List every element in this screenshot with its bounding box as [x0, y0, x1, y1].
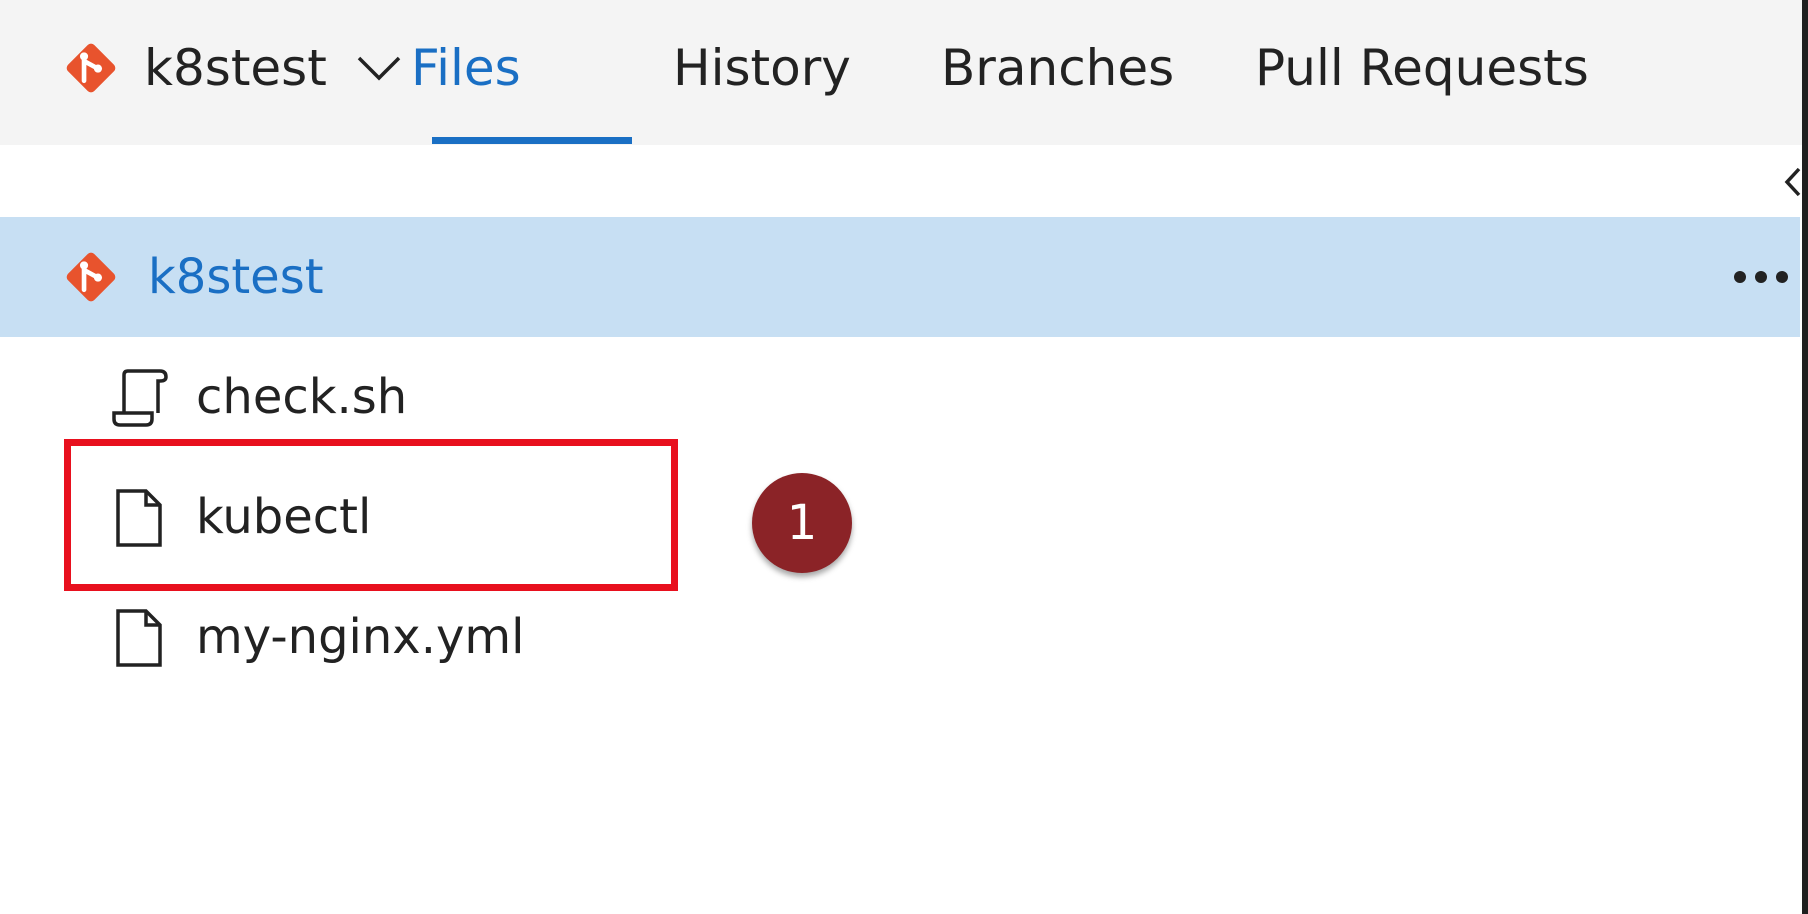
- tab-pull-requests-label: Pull Requests: [1255, 38, 1589, 97]
- top-navigation-bar: k8stest Files History Branches Pull Requ…: [0, 0, 1808, 145]
- chevron-left-icon: [1784, 167, 1801, 197]
- file-name: my-nginx.yml: [196, 609, 525, 665]
- more-horizontal-icon: [1734, 271, 1788, 283]
- file-item-check-sh[interactable]: check.sh: [0, 337, 1800, 457]
- git-diamond-icon: [66, 252, 116, 302]
- step-number: 1: [786, 495, 818, 551]
- active-tab-indicator: [432, 137, 632, 144]
- file-item-my-nginx-yml[interactable]: my-nginx.yml: [0, 577, 1800, 697]
- tree-root-label: k8stest: [148, 249, 324, 305]
- file-name: check.sh: [196, 369, 408, 425]
- tab-history-label: History: [673, 38, 851, 97]
- repo-name: k8stest: [144, 38, 327, 97]
- chevron-down-icon: [357, 56, 401, 80]
- tab-branches-label: Branches: [941, 38, 1175, 97]
- tab-files[interactable]: Files: [411, 0, 521, 135]
- repo-selector-dropdown[interactable]: k8stest: [62, 0, 403, 135]
- script-file-icon: [112, 369, 168, 427]
- tree-root-repo[interactable]: k8stest: [0, 217, 1800, 337]
- annotation-step-badge: 1: [752, 473, 852, 573]
- file-icon: [116, 609, 162, 667]
- file-item-kubectl[interactable]: kubectl: [0, 457, 1800, 577]
- window-edge: [1802, 0, 1808, 914]
- tab-files-label: Files: [411, 38, 521, 97]
- tab-history[interactable]: History: [673, 0, 851, 135]
- file-name: kubectl: [196, 489, 372, 545]
- tab-branches[interactable]: Branches: [941, 0, 1174, 135]
- more-actions-button[interactable]: [1730, 257, 1792, 297]
- git-diamond-icon: [66, 43, 116, 92]
- tab-pull-requests[interactable]: Pull Requests: [1255, 0, 1589, 135]
- file-icon: [116, 489, 162, 547]
